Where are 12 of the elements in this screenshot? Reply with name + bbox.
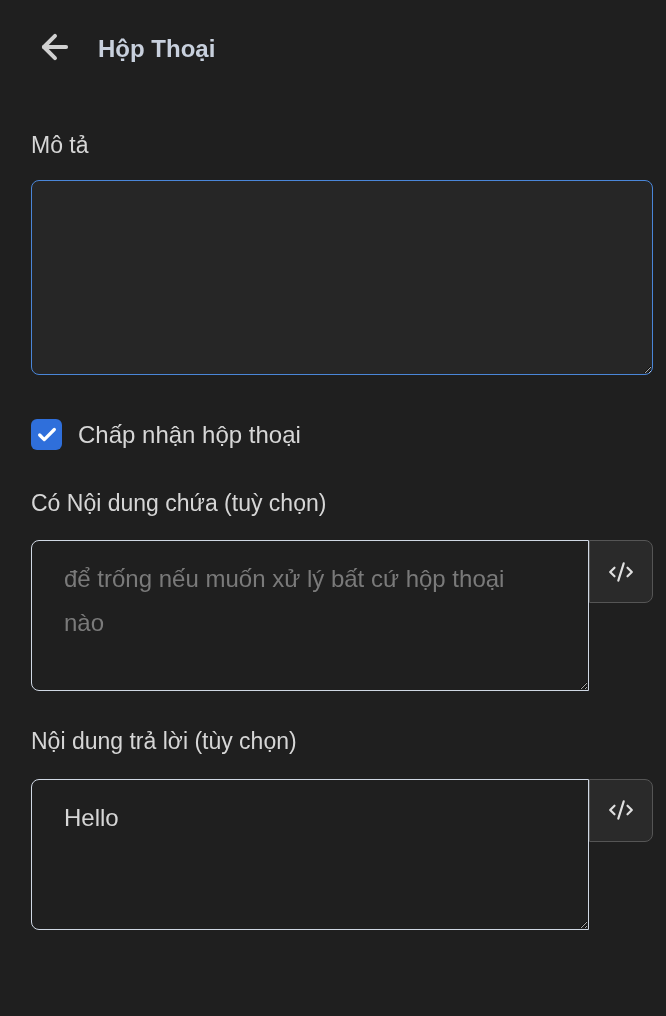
field-label: Nội dung trả lời (tùy chọn) — [31, 727, 298, 756]
text-field[interactable]: để trống nếu muốn xử lý bất cứ hộp thoại nào — [31, 540, 590, 691]
code-icon — [608, 797, 635, 823]
description-field[interactable] — [31, 179, 653, 375]
text-field[interactable]: Hello — [31, 778, 590, 930]
checkbox-label: Chấp nhận hộp thoại — [78, 419, 301, 450]
code-button[interactable] — [589, 540, 653, 603]
field-label: Mô tả — [31, 131, 90, 160]
code-button[interactable] — [589, 778, 653, 842]
page-title: Hộp Thoại — [98, 34, 216, 64]
accept-checkbox[interactable] — [31, 419, 62, 450]
field-label: Có Nội dung chứa (tuỳ chọn) — [31, 488, 328, 518]
